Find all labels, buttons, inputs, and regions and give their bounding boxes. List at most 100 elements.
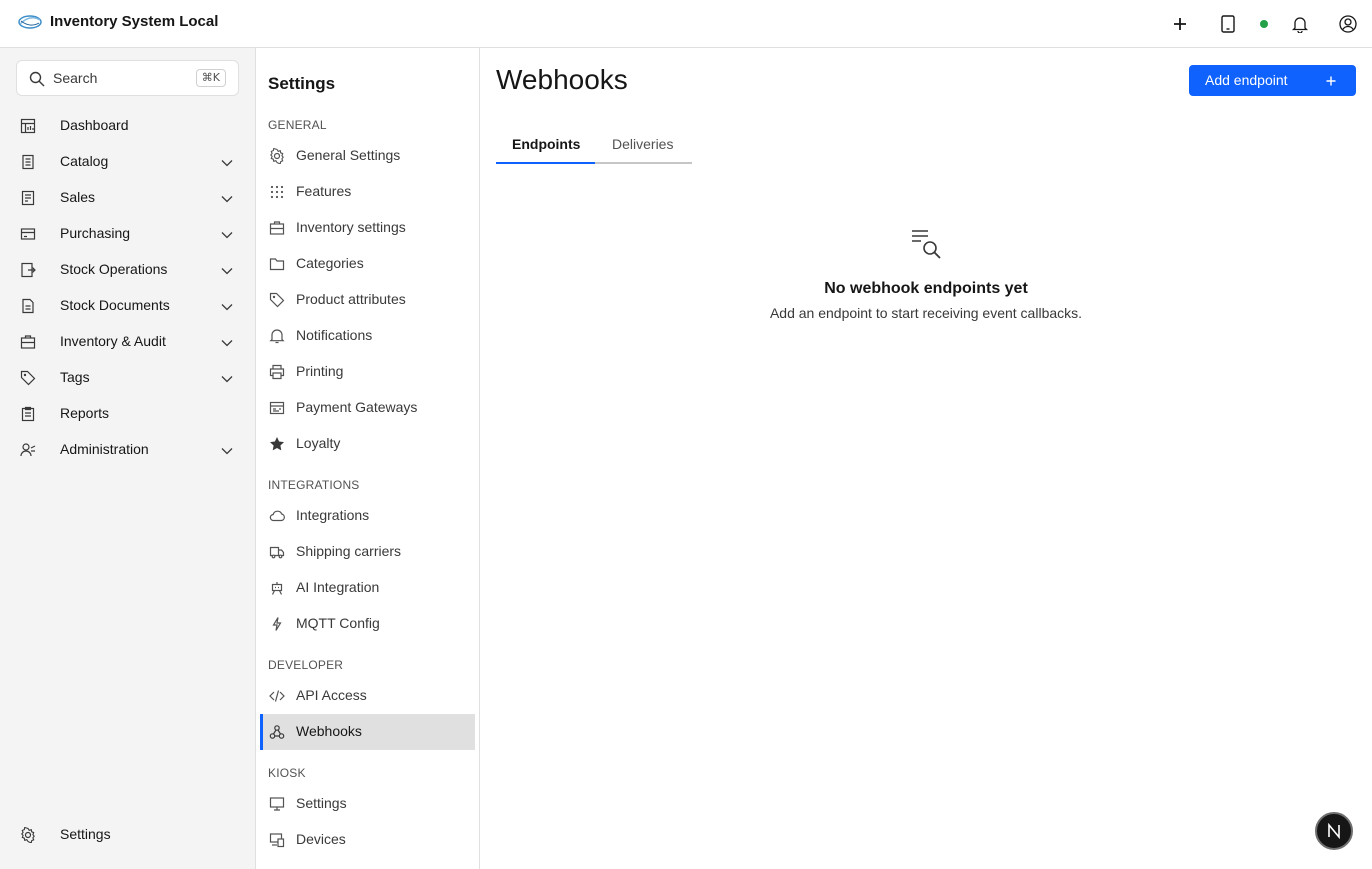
payment-icon xyxy=(269,401,285,415)
settings-item-label: AI Integration xyxy=(296,579,380,595)
settings-item-categories[interactable]: Categories xyxy=(260,246,475,282)
empty-state-subtitle: Add an endpoint to start receiving event… xyxy=(769,305,1083,321)
main-sidebar: Search ⌘K Dashboard Catalog Sales Purcha… xyxy=(0,48,256,869)
chevron-down-icon xyxy=(221,448,233,455)
settings-item-integrations[interactable]: Integrations xyxy=(260,498,475,534)
section-heading-developer: DEVELOPER xyxy=(268,658,344,672)
webhook-icon xyxy=(269,725,285,739)
sidebar-item-label: Stock Documents xyxy=(60,297,170,313)
sidebar-item-label: Settings xyxy=(60,826,111,842)
add-icon[interactable] xyxy=(1168,12,1192,36)
tag-icon xyxy=(20,370,36,386)
add-endpoint-label: Add endpoint xyxy=(1205,72,1288,88)
settings-item-loyalty[interactable]: Loyalty xyxy=(260,426,475,462)
settings-item-label: API Access xyxy=(296,687,367,703)
sidebar-item-tags[interactable]: Tags xyxy=(0,360,256,396)
tablet-icon[interactable] xyxy=(1216,12,1240,36)
settings-item-ai-integration[interactable]: AI Integration xyxy=(260,570,475,606)
sidebar-item-administration[interactable]: Administration xyxy=(0,432,256,468)
tab-label: Endpoints xyxy=(512,136,581,152)
settings-item-devices[interactable]: Devices xyxy=(260,822,475,858)
floating-assistant-button[interactable] xyxy=(1315,812,1353,850)
settings-item-general-settings[interactable]: General Settings xyxy=(260,138,475,174)
top-header: Inventory System Local xyxy=(0,0,1372,48)
sidebar-item-reports[interactable]: Reports xyxy=(0,396,256,432)
settings-item-inventory-settings[interactable]: Inventory settings xyxy=(260,210,475,246)
settings-item-label: Devices xyxy=(296,831,346,847)
settings-item-label: Integrations xyxy=(296,507,370,523)
sidebar-item-stock-documents[interactable]: Stock Documents xyxy=(0,288,256,324)
settings-item-label: Settings xyxy=(296,795,347,811)
chevron-down-icon xyxy=(221,304,233,311)
settings-item-label: Categories xyxy=(296,255,364,271)
dashboard-icon xyxy=(20,118,36,134)
purchasing-icon xyxy=(20,228,36,240)
page-title: Webhooks xyxy=(496,64,628,95)
section-heading-kiosk: KIOSK xyxy=(268,766,306,780)
sales-icon xyxy=(21,190,35,206)
sidebar-item-sales[interactable]: Sales xyxy=(0,180,256,216)
empty-state-title: No webhook endpoints yet xyxy=(824,280,1028,297)
settings-item-label: Product attributes xyxy=(296,291,406,307)
search-input[interactable]: Search ⌘K xyxy=(16,60,239,96)
cloud-icon xyxy=(269,510,285,522)
settings-item-features[interactable]: Features xyxy=(260,174,475,210)
catalog-icon xyxy=(22,154,34,170)
search-icon xyxy=(29,71,45,87)
sidebar-item-label: Dashboard xyxy=(60,117,129,133)
settings-item-label: MQTT Config xyxy=(296,615,380,631)
settings-item-mqtt-config[interactable]: MQTT Config xyxy=(260,606,475,642)
sidebar-item-purchasing[interactable]: Purchasing xyxy=(0,216,256,252)
settings-item-webhooks[interactable]: Webhooks xyxy=(260,714,475,750)
app-title: Inventory System Local xyxy=(50,13,219,30)
tab-deliveries[interactable]: Deliveries xyxy=(595,128,692,164)
sidebar-item-label: Sales xyxy=(60,189,96,205)
stock-operations-icon xyxy=(21,262,36,278)
tab-label: Deliveries xyxy=(612,136,674,152)
star-icon xyxy=(270,437,284,451)
settings-item-payment-gateways[interactable]: Payment Gateways xyxy=(260,390,475,426)
gear-icon xyxy=(270,148,284,164)
lightning-icon xyxy=(272,617,282,631)
settings-item-label: Inventory settings xyxy=(296,219,406,235)
notification-icon[interactable] xyxy=(1288,12,1312,36)
sidebar-item-label: Tags xyxy=(60,369,90,385)
chevron-down-icon xyxy=(221,160,233,167)
settings-item-label: Shipping carriers xyxy=(296,543,402,559)
settings-item-product-attributes[interactable]: Product attributes xyxy=(260,282,475,318)
settings-item-api-access[interactable]: API Access xyxy=(260,678,475,714)
section-heading-integrations: INTEGRATIONS xyxy=(268,478,360,492)
settings-item-label: Webhooks xyxy=(296,723,362,739)
bell-icon xyxy=(269,329,285,344)
sidebar-item-dashboard[interactable]: Dashboard xyxy=(0,108,256,144)
settings-item-printing[interactable]: Printing xyxy=(260,354,475,390)
inventory-icon xyxy=(269,221,285,235)
inventory-audit-icon xyxy=(20,335,36,349)
tab-endpoints[interactable]: Endpoints xyxy=(496,128,595,164)
truck-icon xyxy=(269,546,285,559)
administration-icon xyxy=(20,443,36,457)
sidebar-item-inventory-audit[interactable]: Inventory & Audit xyxy=(0,324,256,360)
settings-item-kiosk-settings[interactable]: Settings xyxy=(260,786,475,822)
sidebar-item-settings[interactable]: Settings xyxy=(0,817,256,853)
gear-icon xyxy=(21,827,35,843)
settings-item-notifications[interactable]: Notifications xyxy=(260,318,475,354)
sidebar-item-stock-operations[interactable]: Stock Operations xyxy=(0,252,256,288)
n-logo-icon xyxy=(1328,823,1340,839)
robot-icon xyxy=(271,582,283,595)
reports-icon xyxy=(21,406,35,422)
devices-icon xyxy=(269,833,285,848)
settings-item-shipping-carriers[interactable]: Shipping carriers xyxy=(260,534,475,570)
add-endpoint-button[interactable]: Add endpoint xyxy=(1189,65,1356,96)
chevron-down-icon xyxy=(221,376,233,383)
sidebar-item-catalog[interactable]: Catalog xyxy=(0,144,256,180)
settings-item-label: General Settings xyxy=(296,147,401,163)
search-list-icon xyxy=(912,230,941,259)
app-logo-icon[interactable] xyxy=(17,12,43,32)
code-icon xyxy=(269,690,285,702)
settings-nav: Settings GENERAL General Settings Featur… xyxy=(256,48,480,869)
grid-icon xyxy=(270,185,284,199)
settings-item-label: Printing xyxy=(296,363,344,379)
tag-icon xyxy=(269,292,285,308)
user-avatar-icon[interactable] xyxy=(1336,12,1360,36)
